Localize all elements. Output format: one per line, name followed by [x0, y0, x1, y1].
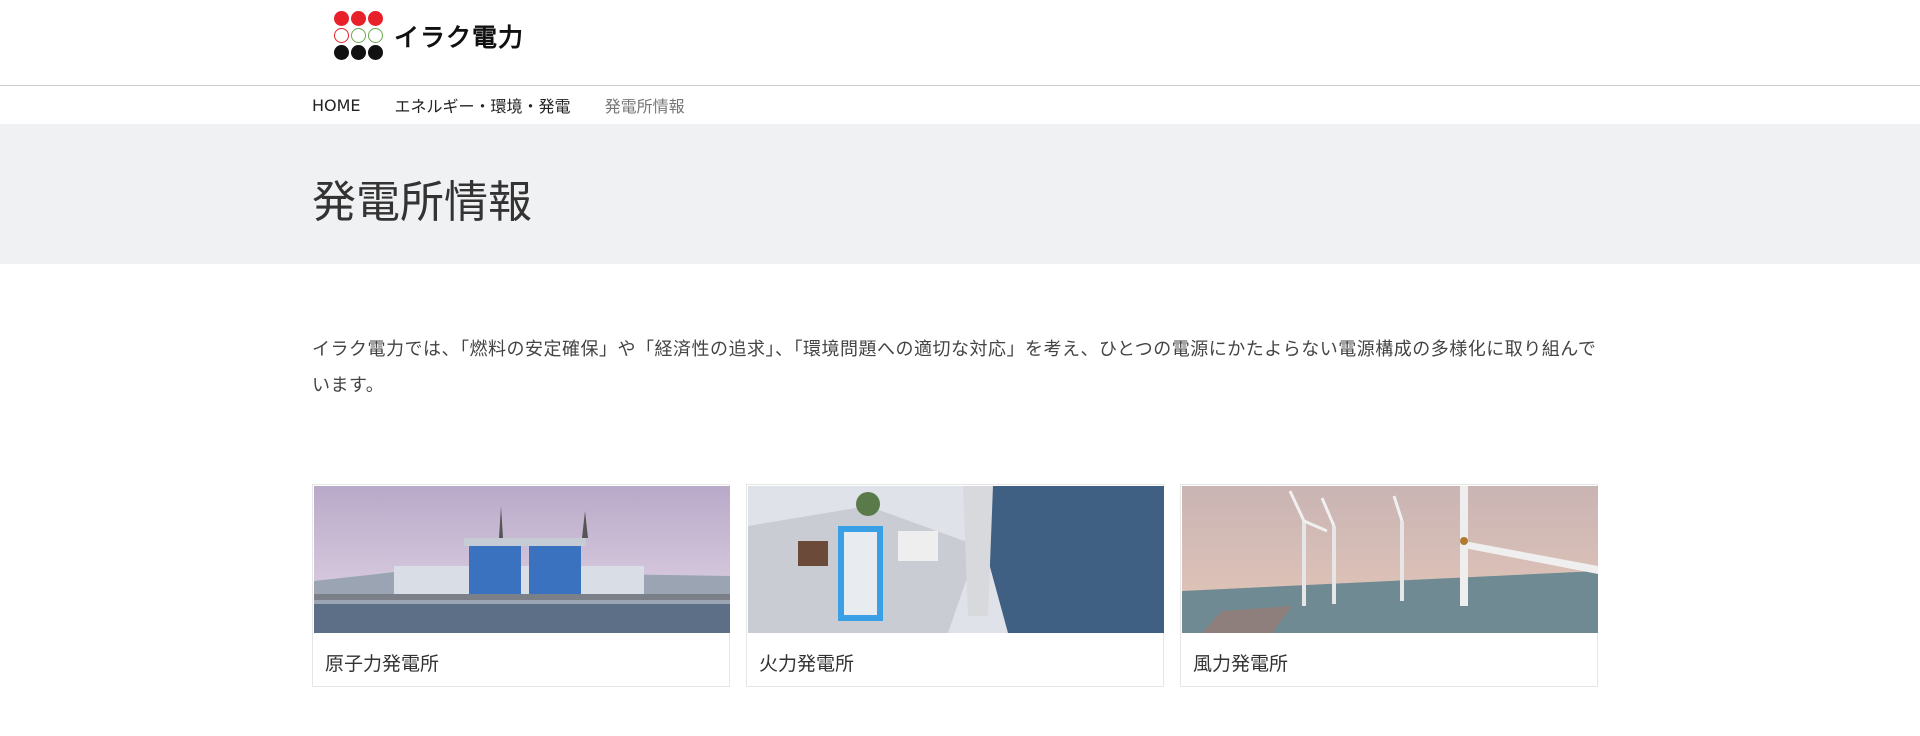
card-wind-farm[interactable]: 風力発電所: [1180, 484, 1598, 687]
page-title: 発電所情報: [312, 177, 532, 228]
wind-farm-image: [1182, 486, 1598, 633]
thermal-plant-image: [748, 486, 1164, 633]
plant-cards: 原子力発電所 火力発電所 風力発電所: [312, 484, 1602, 687]
breadcrumb-energy[interactable]: エネルギー・環境・発電: [395, 93, 571, 117]
intro-text: イラク電力では、「燃料の安定確保」や「経済性の追求」、「環境問題への適切な対応」…: [312, 339, 1597, 396]
breadcrumb: HOME エネルギー・環境・発電 発電所情報: [312, 86, 1602, 124]
breadcrumb-current: 発電所情報: [604, 97, 685, 116]
nuclear-plant-image: [314, 486, 730, 633]
brand-name: イラク電力: [394, 23, 525, 52]
breadcrumb-home[interactable]: HOME: [312, 96, 361, 115]
card-label: 原子力発電所: [325, 653, 440, 675]
card-label: 火力発電所: [759, 653, 855, 675]
site-header: イラク電力: [0, 0, 1920, 86]
site-logo[interactable]: イラク電力: [334, 11, 524, 61]
card-nuclear-plant[interactable]: 原子力発電所: [312, 484, 730, 687]
card-label: 風力発電所: [1193, 653, 1289, 675]
card-thermal-plant[interactable]: 火力発電所: [746, 484, 1164, 687]
logo-dots-icon: [334, 11, 384, 61]
page-title-band: 発電所情報: [0, 124, 1920, 264]
